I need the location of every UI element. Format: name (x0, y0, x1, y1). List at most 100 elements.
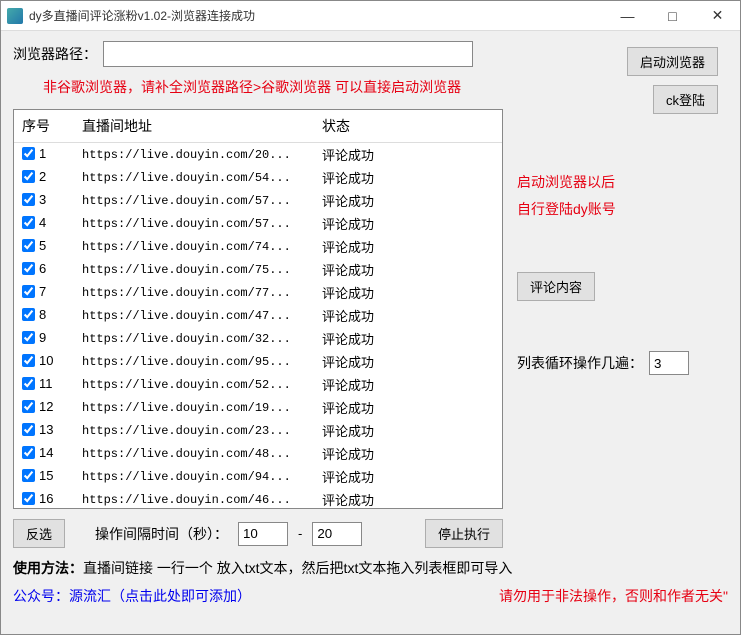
titlebar: dy多直播间评论涨粉v1.02-浏览器连接成功 — □ ✕ (1, 1, 740, 31)
row-status: 评论成功 (314, 488, 502, 509)
loop-count-input[interactable] (649, 351, 689, 375)
row-seq: 5 (39, 238, 46, 253)
row-seq: 9 (39, 330, 46, 345)
table-row[interactable]: 4 https://live.douyin.com/57...评论成功 (14, 212, 502, 235)
table-row[interactable]: 6https://live.douyin.com/75...评论成功 (14, 258, 502, 281)
stop-button[interactable]: 停止执行 (425, 519, 503, 548)
row-status: 评论成功 (314, 166, 502, 189)
row-status: 评论成功 (314, 235, 502, 258)
table-row[interactable]: 13https://live.douyin.com/23...评论成功 (14, 419, 502, 442)
row-checkbox[interactable] (22, 285, 35, 298)
row-url: https://live.douyin.com/57... (74, 189, 314, 212)
row-status: 评论成功 (314, 304, 502, 327)
browser-path-label: 浏览器路径： (13, 44, 97, 64)
interval-from-input[interactable] (238, 522, 288, 546)
wechat-link[interactable]: 源流汇（点击此处即可添加） (69, 588, 251, 604)
row-checkbox[interactable] (22, 308, 35, 321)
row-seq: 11 (39, 376, 53, 391)
table-row[interactable]: 11https://live.douyin.com/52...评论成功 (14, 373, 502, 396)
maximize-button[interactable]: □ (650, 1, 695, 31)
row-seq: 6 (39, 261, 46, 276)
row-url: https://live.douyin.com/20... (74, 143, 314, 167)
row-seq: 7 (39, 284, 46, 299)
row-checkbox[interactable] (22, 469, 35, 482)
table-row[interactable]: 16 https://live.douyin.com/46...评论成功 (14, 488, 502, 509)
row-checkbox[interactable] (22, 170, 35, 183)
browser-hint: 非谷歌浏览器，请补全浏览器路径>谷歌浏览器 可以直接启动浏览器 (43, 77, 728, 97)
row-seq: 8 (39, 307, 46, 322)
table-row[interactable]: 7https://live.douyin.com/77...评论成功 (14, 281, 502, 304)
login-hint-1: 启动浏览器以后 (517, 169, 728, 196)
browser-path-input[interactable] (103, 41, 473, 67)
row-checkbox[interactable] (22, 354, 35, 367)
row-status: 评论成功 (314, 419, 502, 442)
row-checkbox[interactable] (22, 331, 35, 344)
row-seq: 2 (39, 169, 46, 184)
table-row[interactable]: 2 https://live.douyin.com/54...评论成功 (14, 166, 502, 189)
row-seq: 1 (39, 146, 46, 161)
col-url[interactable]: 直播间地址 (74, 110, 314, 143)
row-seq: 3 (39, 192, 46, 207)
table-row[interactable]: 15https://live.douyin.com/94...评论成功 (14, 465, 502, 488)
table-row[interactable]: 14https://live.douyin.com/48...评论成功 (14, 442, 502, 465)
interval-to-input[interactable] (312, 522, 362, 546)
table-row[interactable]: 10https://live.douyin.com/95...评论成功 (14, 350, 502, 373)
table-row[interactable]: 9https://live.douyin.com/32...评论成功 (14, 327, 502, 350)
row-seq: 16 (39, 491, 53, 506)
row-checkbox[interactable] (22, 147, 35, 160)
loop-label: 列表循环操作几遍： (517, 353, 643, 373)
row-checkbox[interactable] (22, 193, 35, 206)
wechat-label: 公众号： (13, 588, 69, 604)
row-url: https://live.douyin.com/95... (74, 350, 314, 373)
close-button[interactable]: ✕ (695, 1, 740, 31)
row-checkbox[interactable] (22, 239, 35, 252)
invert-selection-button[interactable]: 反选 (13, 519, 65, 548)
minimize-button[interactable]: — (605, 1, 650, 31)
comment-content-button[interactable]: 评论内容 (517, 272, 595, 301)
row-url: https://live.douyin.com/74... (74, 235, 314, 258)
usage-label: 使用方法： (13, 560, 83, 576)
table-row[interactable]: 5 https://live.douyin.com/74...评论成功 (14, 235, 502, 258)
table-row[interactable]: 3 https://live.douyin.com/57...评论成功 (14, 189, 502, 212)
row-seq: 12 (39, 399, 53, 414)
start-browser-button[interactable]: 启动浏览器 (627, 47, 718, 76)
row-seq: 14 (39, 445, 53, 460)
row-checkbox[interactable] (22, 423, 35, 436)
row-status: 评论成功 (314, 212, 502, 235)
row-seq: 10 (39, 353, 53, 368)
row-url: https://live.douyin.com/47... (74, 304, 314, 327)
row-seq: 4 (39, 215, 46, 230)
col-seq[interactable]: 序号 (14, 110, 74, 143)
row-checkbox[interactable] (22, 377, 35, 390)
row-checkbox[interactable] (22, 492, 35, 505)
row-checkbox[interactable] (22, 400, 35, 413)
titlebar-text: dy多直播间评论涨粉v1.02-浏览器连接成功 (29, 7, 605, 24)
url-table[interactable]: 序号 直播间地址 状态 1 https://live.douyin.com/20.… (13, 109, 503, 509)
table-row[interactable]: 1 https://live.douyin.com/20...评论成功 (14, 143, 502, 167)
table-row[interactable]: 12https://live.douyin.com/19...评论成功 (14, 396, 502, 419)
interval-sep: - (298, 526, 302, 541)
row-checkbox[interactable] (22, 446, 35, 459)
row-url: https://live.douyin.com/46... (74, 488, 314, 509)
table-row[interactable]: 8 https://live.douyin.com/47...评论成功 (14, 304, 502, 327)
row-url: https://live.douyin.com/52... (74, 373, 314, 396)
row-url: https://live.douyin.com/57... (74, 212, 314, 235)
row-checkbox[interactable] (22, 216, 35, 229)
row-status: 评论成功 (314, 442, 502, 465)
row-url: https://live.douyin.com/77... (74, 281, 314, 304)
disclaimer: 请勿用于非法操作，否则和作者无关" (499, 586, 728, 606)
row-status: 评论成功 (314, 143, 502, 167)
login-hint-2: 自行登陆dy账号 (517, 196, 728, 223)
col-status[interactable]: 状态 (314, 110, 502, 143)
row-status: 评论成功 (314, 258, 502, 281)
row-status: 评论成功 (314, 189, 502, 212)
row-url: https://live.douyin.com/54... (74, 166, 314, 189)
row-url: https://live.douyin.com/32... (74, 327, 314, 350)
app-window: dy多直播间评论涨粉v1.02-浏览器连接成功 — □ ✕ 浏览器路径： 启动浏… (0, 0, 741, 635)
interval-label: 操作间隔时间（秒）： (95, 524, 228, 544)
row-status: 评论成功 (314, 465, 502, 488)
row-url: https://live.douyin.com/94... (74, 465, 314, 488)
row-checkbox[interactable] (22, 262, 35, 275)
ck-login-button[interactable]: ck登陆 (653, 85, 718, 114)
row-status: 评论成功 (314, 396, 502, 419)
